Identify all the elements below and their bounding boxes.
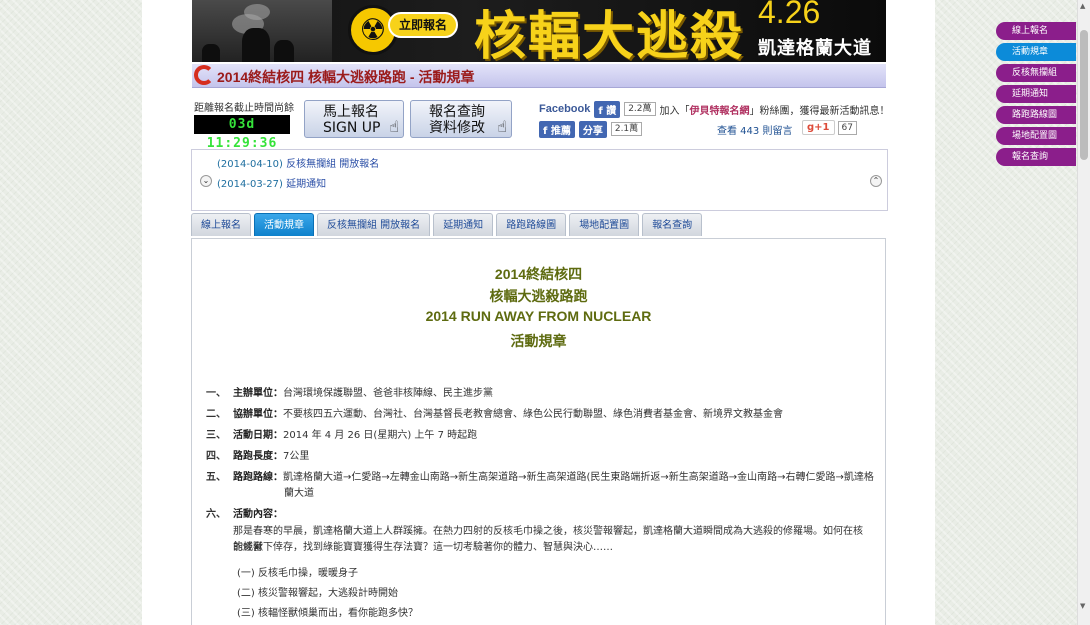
join-prefix: 加入「 <box>659 105 690 117</box>
rule-number: 三、 <box>206 430 226 441</box>
gplus-row: g+1 67 <box>802 120 857 135</box>
page-title: 2014終結核四 核輻大逃殺路跑 - 活動規章 <box>217 69 475 85</box>
rule-value: 台灣環境保護聯盟、爸爸非核陣線、民主進步黨 <box>283 388 493 399</box>
tab-signup-query[interactable]: 報名查詢 <box>642 213 703 236</box>
scroll-up-icon[interactable]: ▲ <box>1080 2 1085 10</box>
rule-value: 蘭大道 <box>284 488 314 499</box>
countdown-timer: 03d 11:29:36 <box>194 115 290 151</box>
banner-scene-image <box>192 0 332 62</box>
share-button[interactable]: 分享 <box>578 120 607 138</box>
rule-value: 7公里 <box>283 451 310 462</box>
heading-line: 核輻大逃殺路跑 <box>489 288 588 304</box>
rule-key: 路跑路線： <box>233 472 283 483</box>
scroll-down-icon[interactable]: ▼ <box>1080 602 1085 610</box>
sidenav-rules[interactable]: 活動規章 <box>996 43 1076 61</box>
sidenav-anti-nuke-group[interactable]: 反核無攔組 <box>996 64 1076 82</box>
rules-content: 2014終結核四 核輻大逃殺路跑 2014 RUN AWAY FROM NUCL… <box>191 238 886 625</box>
facebook-share-row: f 推薦 分享 2.1萬 <box>539 120 643 138</box>
banner-location: 凱達格蘭大道 <box>758 38 872 59</box>
banner-date: 4.26 <box>758 0 821 30</box>
news-date: (2014-03-27) <box>217 179 283 190</box>
news-box: (2014-04-10) 反核無攔組 開放報名 ⌄ (2014-03-27) 延… <box>191 149 888 211</box>
rule-value: 2014 年 4 月 26 日(星期六) 上午 7 時起跑 <box>283 430 478 441</box>
chevron-down-icon[interactable]: ⌄ <box>200 175 212 187</box>
rule-item: 五、 路跑路線： 凱達格蘭大道→仁愛路→左轉金山南路→新生高架道路→新生高架道路… <box>206 468 874 483</box>
news-item[interactable]: (2014-04-10) 反核無攔組 開放報名 <box>217 155 379 170</box>
rule-key: 活動內容： <box>233 509 283 520</box>
rule-item: 二、 協辦單位： 不要核四五六運動、台灣社、台灣基督長老教會總會、綠色公民行動聯… <box>206 405 783 420</box>
join-fanpage-text: 加入「伊貝特報名網」粉絲團，獲得最新活動訊息！ <box>660 102 890 117</box>
tab-anti-nuke-group[interactable]: 反核無攔組 開放報名 <box>317 213 431 236</box>
rule-key: 主辦單位： <box>233 388 283 399</box>
event-banner[interactable]: ☢ 立即報名 核輻大逃殺 4.26 凱達格蘭大道 <box>192 0 886 62</box>
countdown-label: 距離報名截止時間尚餘 <box>194 103 294 114</box>
facebook-like-label: 讚 <box>606 105 617 117</box>
tab-online-signup[interactable]: 線上報名 <box>191 213 251 236</box>
heading-line: 2014終結核四 <box>494 266 583 282</box>
floating-side-nav: 線上報名 活動規章 反核無攔組 延期通知 路跑路線圖 場地配置圖 報名查詢 <box>996 22 1076 169</box>
tab-rules[interactable]: 活動規章 <box>254 213 314 236</box>
tab-route-map[interactable]: 路跑路線圖 <box>496 213 567 236</box>
swirl-logo-icon <box>194 65 214 85</box>
rule-value: 凱達格蘭大道→仁愛路→左轉金山南路→新生高架道路→新生高架道路(民生東路端折返→… <box>283 472 874 483</box>
gplus-count: 67 <box>837 120 857 135</box>
list-item: (二) 核災警報響起，大逃殺計時開始 <box>237 588 398 599</box>
news-text: 延期通知 <box>286 179 327 190</box>
query-modify-button[interactable]: 報名查詢 資料修改 ☝ <box>410 100 512 138</box>
sidenav-venue-map[interactable]: 場地配置圖 <box>996 127 1076 145</box>
rule-number: 四、 <box>206 451 226 462</box>
rule-number: 二、 <box>206 409 226 420</box>
rule-key: 活動日期： <box>233 430 283 441</box>
page-title-bar: 2014終結核四 核輻大逃殺路跑 - 活動規章 <box>192 64 886 88</box>
facebook-like-row: Facebook f 讚 2.2萬 加入「伊貝特報名網」粉絲團，獲得最新活動訊息… <box>539 100 890 118</box>
facebook-like-button[interactable]: f 讚 <box>594 100 621 118</box>
heading-line: 2014 RUN AWAY FROM NUCLEAR <box>425 308 652 324</box>
list-item: (三) 核輻怪獸傾巢而出，看你能跑多快？ <box>237 608 418 619</box>
activity-paragraph: 的威脅下倖存，找到綠能寶寶獲得生存法寶？這一切考驗著你的體力、智慧與決心…… <box>233 542 613 553</box>
signup-button[interactable]: 馬上報名 SIGN UP ☝ <box>304 100 404 138</box>
pointer-hand-icon: ☝ <box>497 117 507 136</box>
tab-venue-map[interactable]: 場地配置圖 <box>569 213 640 236</box>
sidenav-route-map[interactable]: 路跑路線圖 <box>996 106 1076 124</box>
fanpage-link[interactable]: 伊貝特報名網 <box>690 106 750 117</box>
recommend-label: 推薦 <box>550 125 571 137</box>
list-item: (一) 反核毛巾操，暖暖身子 <box>237 568 358 579</box>
rule-number: 六、 <box>206 509 226 520</box>
rule-number: 五、 <box>206 472 226 483</box>
banner-title: 核輻大逃殺 <box>474 6 745 62</box>
chevron-up-icon[interactable]: ⌃ <box>870 175 882 187</box>
join-suffix: 」粉絲團，獲得最新活動訊息！ <box>749 105 890 117</box>
like-count: 2.2萬 <box>624 102 656 116</box>
pointer-hand-icon: ☝ <box>389 117 399 136</box>
rule-value: 不要核四五六運動、台灣社、台灣基督長老教會總會、綠色公民行動聯盟、綠色消費者基金… <box>283 409 783 420</box>
rule-item: 四、 路跑長度： 7公里 <box>206 447 309 462</box>
sidenav-online-signup[interactable]: 線上報名 <box>996 22 1076 40</box>
heading-line: 活動規章 <box>510 333 567 349</box>
rule-number: 一、 <box>206 388 226 399</box>
rule-item: 三、 活動日期： 2014 年 4 月 26 日(星期六) 上午 7 時起跑 <box>206 426 477 441</box>
recommend-button[interactable]: f 推薦 <box>539 120 575 138</box>
rule-item: 六、 活動內容： <box>206 505 283 520</box>
rule-item-continued: 蘭大道 <box>284 484 314 499</box>
gplus-button[interactable]: g+1 <box>802 120 835 135</box>
news-item[interactable]: (2014-03-27) 延期通知 <box>217 175 326 190</box>
tab-bar: 線上報名 活動規章 反核無攔組 開放報名 延期通知 路跑路線圖 場地配置圖 報名… <box>191 213 703 236</box>
tab-postponement[interactable]: 延期通知 <box>433 213 494 236</box>
scrollbar-thumb[interactable] <box>1080 30 1088 160</box>
view-comments-link[interactable]: 查看 443 則留言 <box>717 122 792 137</box>
page-container: ☢ 立即報名 核輻大逃殺 4.26 凱達格蘭大道 2014終結核四 核輻大逃殺路… <box>142 0 935 625</box>
news-date: (2014-04-10) <box>217 159 283 170</box>
share-count: 2.1萬 <box>610 122 643 136</box>
sidenav-postponement[interactable]: 延期通知 <box>996 85 1076 103</box>
rule-key: 路跑長度： <box>233 451 283 462</box>
banner-signup-button[interactable]: 立即報名 <box>388 12 458 38</box>
sidenav-signup-query[interactable]: 報名查詢 <box>996 148 1076 166</box>
rule-item: 一、 主辦單位： 台灣環境保護聯盟、爸爸非核陣線、民主進步黨 <box>206 384 493 399</box>
facebook-label: Facebook <box>539 103 591 115</box>
gplus-label: +1 <box>814 122 830 133</box>
news-text: 反核無攔組 開放報名 <box>286 159 380 170</box>
page-scrollbar[interactable]: ▲ ▼ <box>1077 0 1090 625</box>
rule-key: 協辦單位： <box>233 409 283 420</box>
